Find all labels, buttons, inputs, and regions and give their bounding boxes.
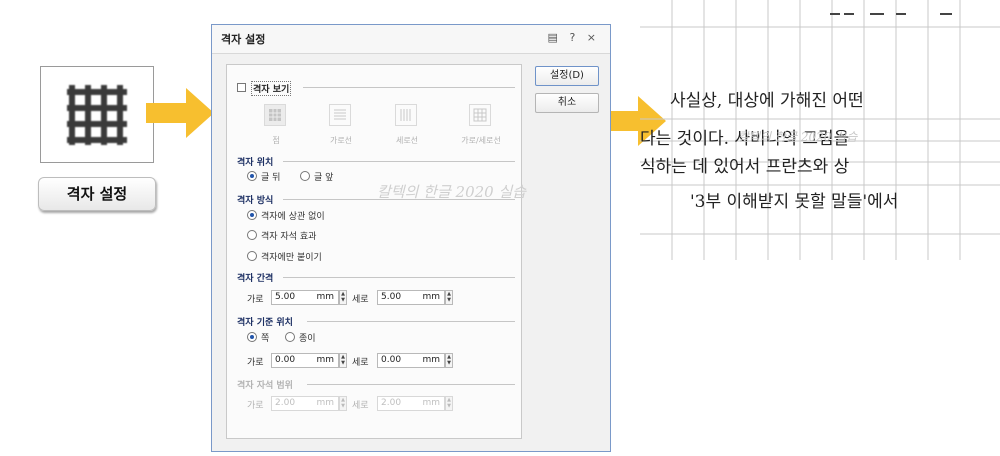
document-preview: 사실상, 대상에 가해진 어떤 다는 것이다. 사비나의 그림을 식하는 데 있…: [640, 0, 1000, 260]
grid-both-option[interactable]: [469, 104, 491, 126]
origin-page-radio[interactable]: [247, 332, 257, 342]
grid-dot-option[interactable]: [264, 104, 286, 126]
grid-type-label: 가로선: [329, 136, 353, 145]
magnet-v-label: 세로: [352, 401, 369, 411]
magnet-h-label: 가로: [247, 401, 264, 411]
vertical-lines-icon: [400, 109, 411, 121]
grid-preview-tile: [40, 66, 154, 163]
position-section-title: 격자 위치: [237, 158, 274, 168]
help-icon[interactable]: ?: [569, 31, 579, 44]
spacing-h-input[interactable]: 5.00 mm: [271, 290, 339, 305]
ok-button[interactable]: 설정(D): [535, 66, 599, 86]
spacing-v-stepper[interactable]: ▲ ▼: [445, 290, 453, 305]
mode-none-radio[interactable]: [247, 210, 257, 220]
origin-paper-radio[interactable]: [285, 332, 295, 342]
magnet-h-input[interactable]: 2.00 mm: [271, 396, 339, 411]
origin-v-stepper[interactable]: ▲ ▼: [445, 353, 453, 368]
magnet-h-stepper[interactable]: ▲ ▼: [339, 396, 347, 411]
mode-none-label: 격자에 상관 없이: [261, 212, 325, 222]
divider: [283, 277, 515, 278]
horizontal-lines-icon: [334, 109, 346, 120]
grid-type-label: 가로/세로선: [461, 136, 501, 145]
menu-icon[interactable]: ▤: [548, 31, 562, 44]
close-icon[interactable]: ×: [587, 31, 600, 44]
doc-line: 사실상, 대상에 가해진 어떤: [670, 91, 864, 111]
mode-snap-radio[interactable]: [247, 251, 257, 261]
divider: [283, 161, 515, 162]
origin-paper-label: 종이: [299, 334, 316, 344]
origin-h-input[interactable]: 0.00 mm: [271, 353, 339, 368]
mode-snap-label: 격자에만 붙이기: [261, 253, 322, 263]
origin-section-title: 격자 기준 위치: [237, 318, 293, 328]
grid-type-label: 세로선: [395, 136, 419, 145]
spacing-v-label: 세로: [352, 295, 369, 305]
options-panel: 격자 보기 점 가로선 세로선 가로/세로선 격자 위치 글 뒤 글 앞 격자 …: [226, 64, 522, 439]
show-grid-label[interactable]: 격자 보기: [251, 81, 292, 96]
position-front-label: 글 앞: [314, 173, 334, 183]
spacing-h-label: 가로: [247, 295, 264, 305]
doc-line: '3부 이해받지 못할 말들'에서: [690, 192, 899, 212]
arrow-right-icon: [146, 88, 214, 138]
mode-magnet-label: 격자 자석 효과: [261, 232, 317, 242]
divider: [307, 321, 515, 322]
watermark: 칼텍의 한글 2020 실습: [738, 130, 858, 144]
grid-type-label: 점: [272, 136, 280, 145]
grid-icon: [67, 85, 127, 145]
magnet-section-title: 격자 자석 범위: [237, 381, 293, 391]
magnet-v-input[interactable]: 2.00 mm: [377, 396, 445, 411]
divider: [303, 87, 515, 88]
show-grid-checkbox[interactable]: [237, 83, 246, 92]
origin-page-label: 쪽: [261, 334, 270, 344]
dialog-title: 격자 설정: [221, 33, 266, 46]
doc-line: 식하는 데 있어서 프란츠와 상: [640, 157, 850, 177]
grid-horizontal-option[interactable]: [329, 104, 351, 126]
spacing-v-input[interactable]: 5.00 mm: [377, 290, 445, 305]
spacing-h-stepper[interactable]: ▲ ▼: [339, 290, 347, 305]
cancel-button[interactable]: 취소: [535, 93, 599, 113]
watermark: 칼텍의 한글 2020 실습: [377, 183, 527, 201]
origin-h-label: 가로: [247, 358, 264, 368]
magnet-v-stepper[interactable]: ▲ ▼: [445, 396, 453, 411]
position-behind-label: 글 뒤: [261, 173, 281, 183]
spacing-section-title: 격자 간격: [237, 274, 274, 284]
position-behind-radio[interactable]: [247, 171, 257, 181]
position-front-radio[interactable]: [300, 171, 310, 181]
origin-h-stepper[interactable]: ▲ ▼: [339, 353, 347, 368]
grid-settings-dialog: 격자 설정 ▤ ? × 설정(D) 취소 격자 보기 점 가로선 세로선 가로/…: [211, 24, 611, 452]
title-bar: 격자 설정 ▤ ? ×: [212, 25, 610, 54]
origin-v-input[interactable]: 0.00 mm: [377, 353, 445, 368]
dot-grid-icon: [269, 109, 281, 121]
grid-vertical-option[interactable]: [395, 104, 417, 126]
titlebar-controls: ▤ ? ×: [548, 31, 600, 44]
origin-v-label: 세로: [352, 358, 369, 368]
grid-lines-icon: [473, 108, 487, 122]
mode-magnet-radio[interactable]: [247, 230, 257, 240]
divider: [307, 384, 515, 385]
caption-label: 격자 설정: [38, 177, 156, 211]
mode-section-title: 격자 방식: [237, 196, 274, 206]
